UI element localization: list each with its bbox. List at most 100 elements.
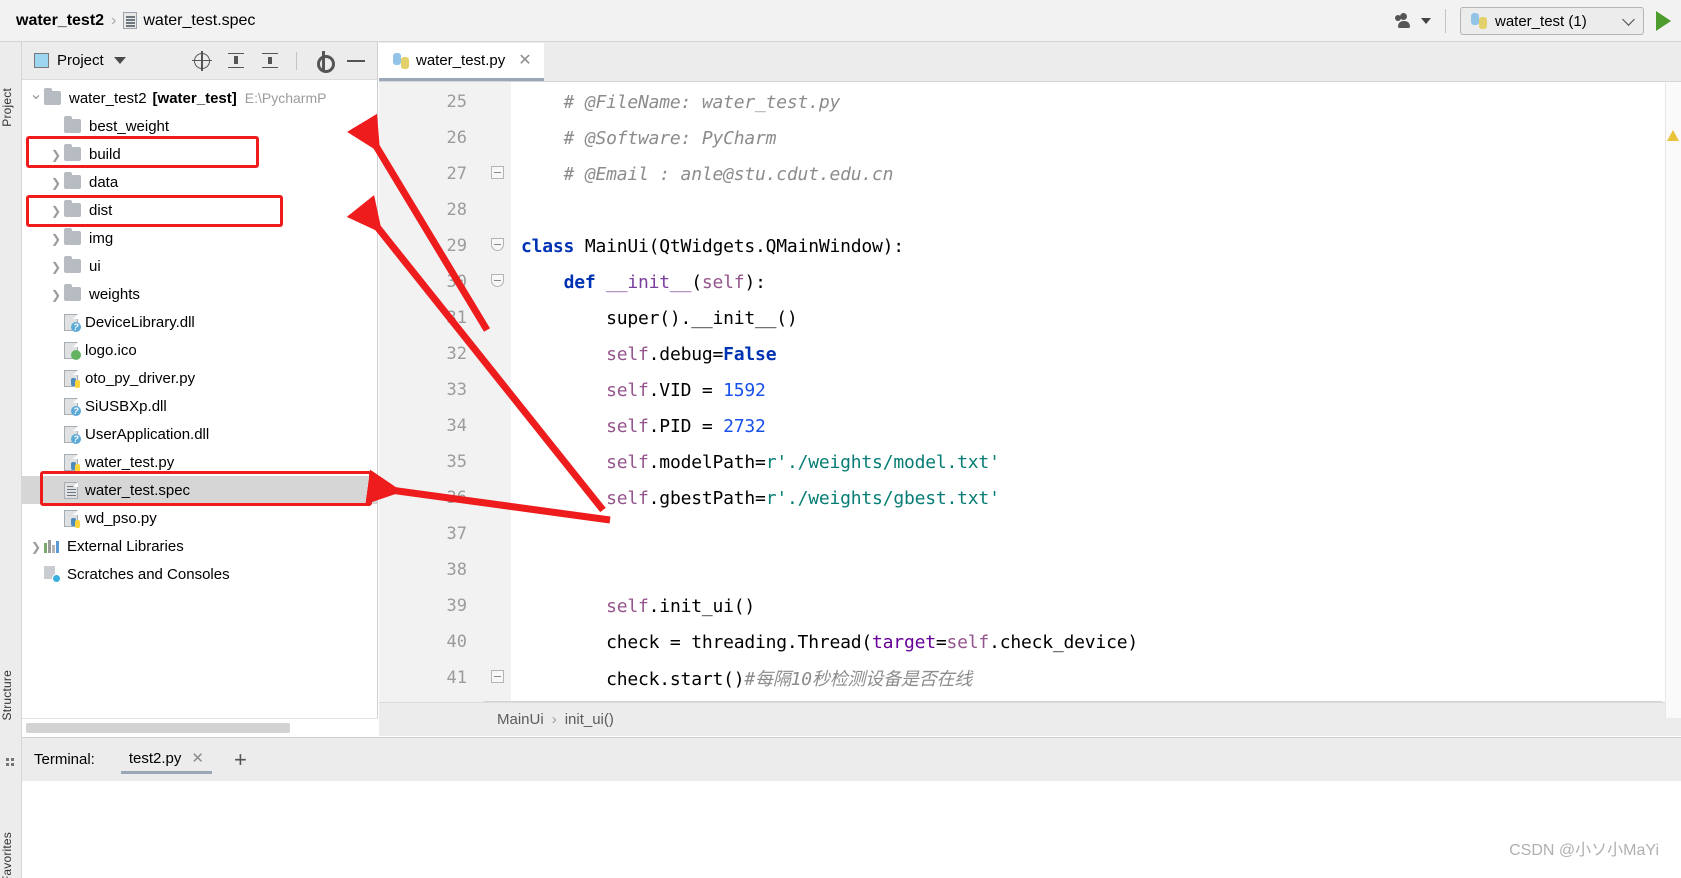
close-icon[interactable]: ✕ [518,52,531,69]
code-line[interactable]: 31 super().__init__() [379,300,1681,336]
breadcrumb-class[interactable]: MainUi [497,711,544,728]
code-line[interactable]: 35 self.modelPath=r'./weights/model.txt' [379,444,1681,480]
gear-icon[interactable] [313,51,335,73]
scrollbar-thumb[interactable] [26,723,290,733]
image-file-icon [64,341,81,360]
grid-dots-icon[interactable] [6,758,16,768]
pycharm-window: water_test2 › water_test.spec water_test… [0,0,1681,878]
tree-item-devicelibrary-dll[interactable]: ? DeviceLibrary.dll [22,308,377,336]
chevron-right-icon[interactable] [48,175,64,190]
project-view-dropdown-icon[interactable] [113,57,126,64]
tree-item-water-test-spec[interactable]: water_test.spec [22,476,377,504]
code-fold-toggle-icon[interactable] [483,669,511,687]
tree-item-ui[interactable]: ui [22,252,377,280]
run-button-icon[interactable] [1656,11,1671,31]
code-fold-toggle-icon[interactable] [483,237,511,255]
run-configuration-selector[interactable]: water_test (1) [1460,7,1644,35]
code-fold-toggle-icon[interactable] [483,165,511,183]
tree-item-dist[interactable]: dist [22,196,377,224]
tree-item-label: SiUSBXp.dll [85,397,167,415]
tree-item-external-libraries[interactable]: External Libraries [22,532,377,560]
code-line[interactable]: 29 class MainUi(QtWidgets.QMainWindow): [379,228,1681,264]
tool-window-button-project[interactable]: Project [0,88,22,127]
people-icon[interactable] [1395,12,1417,30]
code-fold-toggle-icon[interactable] [483,273,511,291]
hide-panel-icon[interactable] [347,51,367,71]
terminal-tab[interactable]: test2.py ✕ [120,745,212,774]
tree-item-water-test-py[interactable]: water_test.py [22,448,377,476]
code-text: self.debug=False [511,344,776,365]
project-panel-title: Project [57,52,104,69]
tree-item-label: img [89,229,114,247]
tree-item-label: logo.ico [85,341,137,359]
scroll-from-source-icon[interactable] [192,51,212,71]
code-token: MainUi(QtWidgets.QMainWindow): [584,235,904,257]
chevron-right-icon[interactable] [48,147,64,162]
project-window-icon [34,53,49,68]
breadcrumb-separator-icon: › [551,711,557,728]
folder-icon [64,116,81,133]
code-line[interactable]: 30 def __init__(self): [379,264,1681,300]
chevron-right-icon[interactable] [28,539,44,554]
tool-window-button-favorites[interactable]: Favorites [0,832,22,878]
project-file-tree[interactable]: water_test2 [water_test] E:\PycharmP best_w… [22,80,377,588]
code-text: self.init_ui() [511,596,755,617]
tree-item-userapplication-dll[interactable]: ? UserApplication.dll [22,420,377,448]
project-horizontal-scrollbar[interactable] [22,718,378,736]
chevron-right-icon[interactable] [48,287,64,302]
tree-item-siusbxp-dll[interactable]: ? SiUSBXp.dll [22,392,377,420]
code-line[interactable]: 34 self.PID = 2732 [379,408,1681,444]
code-line[interactable]: 28 [379,192,1681,228]
code-line[interactable]: 39 self.init_ui() [379,588,1681,624]
code-line[interactable]: 37 [379,516,1681,552]
breadcrumb-project[interactable]: water_test2 [16,12,104,30]
code-line[interactable]: 36 self.gbestPath=r'./weights/gbest.txt' [379,480,1681,516]
terminal-tool-window-header: Terminal: test2.py ✕ + [22,737,1681,781]
editor-tab-water-test-py[interactable]: water_test.py ✕ [379,43,544,81]
tree-item-scratches-and-consoles[interactable]: Scratches and Consoles [22,560,377,588]
code-line[interactable]: 26 # @Software: PyCharm [379,120,1681,156]
chevron-right-icon[interactable] [48,231,64,246]
code-text: # @Software: PyCharm [511,128,777,149]
close-icon[interactable]: ✕ [191,749,204,767]
code-line[interactable]: 32 self.debug=False [379,336,1681,372]
tree-item-logo-ico[interactable]: logo.ico [22,336,377,364]
collapse-all-icon[interactable] [260,51,280,71]
code-line[interactable]: 27 # @Email : anle@stu.cdut.edu.cn [379,156,1681,192]
tree-item-label: data [89,173,119,191]
chevron-right-icon[interactable] [48,203,64,218]
chevron-right-icon[interactable] [48,259,64,274]
tree-item-oto-py-driver-py[interactable]: oto_py_driver.py [22,364,377,392]
tree-item-build[interactable]: build [22,140,377,168]
add-terminal-tab-icon[interactable]: + [234,748,247,771]
tool-window-button-structure[interactable]: Structure [0,670,22,721]
tree-item-label: water_test.py [85,453,175,471]
code-token: .PID = [648,415,724,437]
tree-item-water-test2[interactable]: water_test2 [water_test] E:\PycharmP [22,84,377,112]
code-token: target [872,631,936,653]
code-line[interactable]: 38 [379,552,1681,588]
run-configuration-label: water_test (1) [1495,12,1587,30]
chevron-down-icon[interactable] [1622,13,1635,26]
code-token: r'./weights/gbest.txt' [765,487,1000,509]
editor-inspection-stripe[interactable] [1665,82,1681,718]
chevron-down-icon[interactable] [28,88,44,108]
tree-item-best-weight[interactable]: best_weight [22,112,377,140]
project-tool-window: Project water_test2 [water_test] [22,42,378,736]
code-line[interactable]: 25 # @FileName: water_test.py [379,84,1681,120]
tree-item-label: water_test2 [69,89,147,107]
breadcrumb-method[interactable]: init_ui() [565,711,614,728]
tree-item-data[interactable]: data [22,168,377,196]
tree-item-wd-pso-py[interactable]: wd_pso.py [22,504,377,532]
code-editor[interactable]: 25 # @FileName: water_test.py 26 # @Softw… [379,82,1681,718]
code-line[interactable]: 40 check = threading.Thread(target=self.… [379,624,1681,660]
code-line[interactable]: 41 check.start()#每隔10秒检测设备是否在线 [379,660,1681,696]
code-line[interactable]: 33 self.VID = 1592 [379,372,1681,408]
expand-all-icon[interactable] [226,51,246,71]
tree-item-weights[interactable]: weights [22,280,377,308]
tree-item-img[interactable]: img [22,224,377,252]
people-dropdown-caret-icon[interactable] [1421,18,1431,24]
warning-icon[interactable] [1667,130,1679,141]
line-number: 36 [446,488,467,508]
breadcrumb-file[interactable]: water_test.spec [143,12,255,30]
